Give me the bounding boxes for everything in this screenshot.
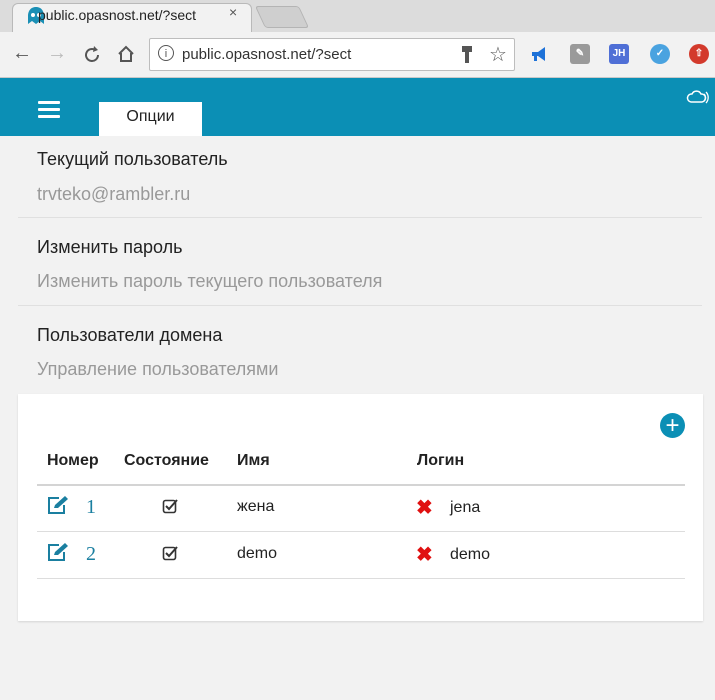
cloud-sync-icon[interactable] [686,89,710,105]
delete-icon[interactable]: ✖ [416,542,433,567]
domain-users-subtitle[interactable]: Управление пользователями [37,359,278,380]
reload-icon[interactable] [82,45,102,65]
domain-users-title[interactable]: Пользователи домена [37,325,222,346]
upload-extension-icon[interactable]: ⇧ [689,44,709,64]
jh-extension-icon[interactable]: JH [609,44,629,64]
tab-title: public.opasnost.net/?sect [38,7,196,23]
delete-icon[interactable]: ✖ [416,495,433,520]
change-password-subtitle[interactable]: Изменить пароль текущего пользователя [37,271,382,292]
checkbox-checked-icon[interactable] [162,498,178,514]
bookmark-star-icon[interactable]: ☆ [489,42,507,67]
row-name: жена [237,498,275,515]
checkmark-extension-icon[interactable]: ✓ [650,44,670,64]
address-bar-url[interactable]: public.opasnost.net/?sect [182,46,351,63]
tab-options[interactable]: Опции [99,102,202,136]
current-user-email: trvteko@rambler.ru [37,184,191,204]
row-number: 2 [86,543,96,565]
row-login: jena [450,499,481,516]
divider [18,217,702,218]
edit-icon[interactable] [46,542,70,562]
header-number: Номер [47,452,99,469]
row-divider [37,531,685,532]
info-icon[interactable]: i [158,45,174,61]
edit-icon[interactable] [46,495,70,515]
table-header-line [37,484,685,486]
users-card [18,394,703,621]
tab-close-icon[interactable]: × [229,4,237,20]
change-password-title[interactable]: Изменить пароль [37,237,182,258]
checkbox-checked-icon[interactable] [162,545,178,561]
hamburger-menu-icon[interactable] [38,101,60,122]
extension-icon[interactable]: ✎ [570,44,590,64]
row-number: 1 [86,496,96,518]
header-login: Логин [417,452,465,469]
current-user-title: Текущий пользователь [37,149,228,169]
megaphone-icon[interactable] [530,45,548,63]
header-name: Имя [237,452,270,469]
divider [18,305,702,306]
home-icon[interactable] [116,44,136,64]
header-state: Состояние [124,452,209,469]
back-arrow-icon[interactable]: ← [12,42,32,65]
key-icon[interactable] [460,45,474,65]
row-divider [37,578,685,579]
forward-arrow-icon[interactable]: → [47,42,67,65]
row-name: demo [237,545,278,562]
add-user-button[interactable]: + [660,413,685,438]
row-login: demo [450,546,491,563]
